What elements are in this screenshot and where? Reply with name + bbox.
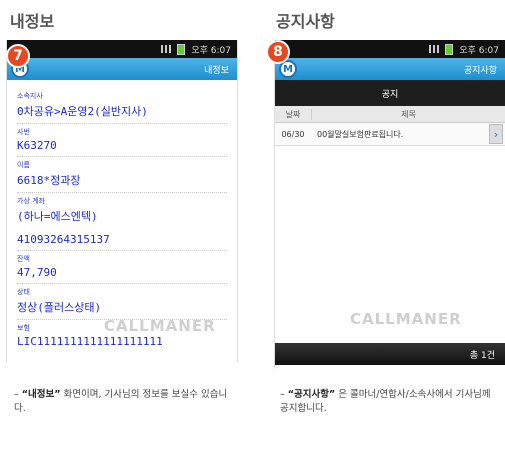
field-virtual-account: 가상 계좌 (하나=에스엔텍) (17, 193, 227, 228)
field-account-number: 41093264315137 (17, 228, 227, 251)
caption-title: “내정보” (21, 389, 61, 400)
caption-notice: – “공지사항” 은 콜마너/연합사/소속사에서 기사님께 공지합니다. (280, 389, 491, 414)
field-value: 6618*정과장 (17, 174, 81, 187)
field-status: 상태 정상(플러스상태) (17, 284, 227, 320)
total-count: 총 1건 (469, 350, 495, 361)
notice-footer: 총 1건 (275, 343, 505, 365)
status-bar: 오후 6:07 (7, 40, 237, 58)
app-bar: M 내정보 (7, 58, 237, 80)
notice-table-header: 날짜 제목 (275, 106, 505, 123)
field-value: 41093264315137 (17, 233, 110, 246)
step-badge: 8 (266, 40, 290, 64)
field-value: 정상(플러스상태) (17, 301, 102, 314)
row-date: 06/30 (281, 129, 305, 139)
field-label: 상태 (17, 288, 30, 296)
caption-title: “공지사항” (287, 389, 336, 400)
field-label: 소속지사 (17, 92, 43, 100)
step-badge: 7 (6, 44, 30, 68)
field-value: (하나=에스엔텍) (17, 210, 98, 223)
field-label: 이름 (17, 161, 30, 169)
signal-icon (161, 45, 172, 53)
field-label: 잔액 (17, 255, 30, 263)
field-balance: 잔액 47,790 (17, 251, 227, 284)
section-title-my-info: 내정보 (10, 12, 55, 31)
column-date: 날짜 (275, 108, 312, 120)
watermark-logo: CALLMANER (104, 317, 216, 335)
table-row[interactable]: 06/30 00월말실보험판료됩니다. › (275, 123, 505, 146)
section-title-notice: 공지사항 (276, 12, 335, 31)
field-label: 가상 계좌 (17, 197, 45, 205)
status-time: 오후 6:07 (459, 45, 499, 56)
app-bar: M 공지사항 (275, 58, 505, 80)
status-time: 오후 6:07 (191, 45, 231, 56)
field-value: 47,790 (17, 266, 57, 279)
notice-tab-header: 공지 (275, 80, 505, 106)
watermark-logo: CALLMANER (350, 310, 462, 328)
field-affiliation: 소속지사 0차공유>A운영2(실반지사) (17, 88, 227, 124)
chevron-right-icon[interactable]: › (489, 124, 503, 144)
battery-icon (445, 43, 454, 55)
app-bar-title: 공지사항 (463, 65, 497, 76)
row-title: 00월말실보험판료됩니다. (317, 129, 404, 139)
column-title: 제목 (401, 109, 416, 119)
status-bar: 오후 6:07 (275, 40, 505, 58)
field-value: LIC1111111111111111111 (17, 335, 163, 348)
battery-icon (177, 43, 186, 55)
my-info-screen: 오후 6:07 M 내정보 소속지사 0차공유>A운영2(실반지사) 사번 K6… (6, 40, 238, 362)
caption-my-info: – “내정보” 화면이며, 기사님의 정보를 보실수 있습니다. (14, 389, 228, 414)
signal-icon (429, 45, 440, 53)
field-employee-id: 사번 K63270 (17, 124, 227, 157)
field-label: 사번 (17, 128, 30, 136)
app-bar-title: 내정보 (204, 65, 229, 76)
field-name: 이름 6618*정과장 (17, 157, 227, 193)
field-value: K63270 (17, 139, 57, 152)
field-value: 0차공유>A운영2(실반지사) (17, 105, 148, 118)
